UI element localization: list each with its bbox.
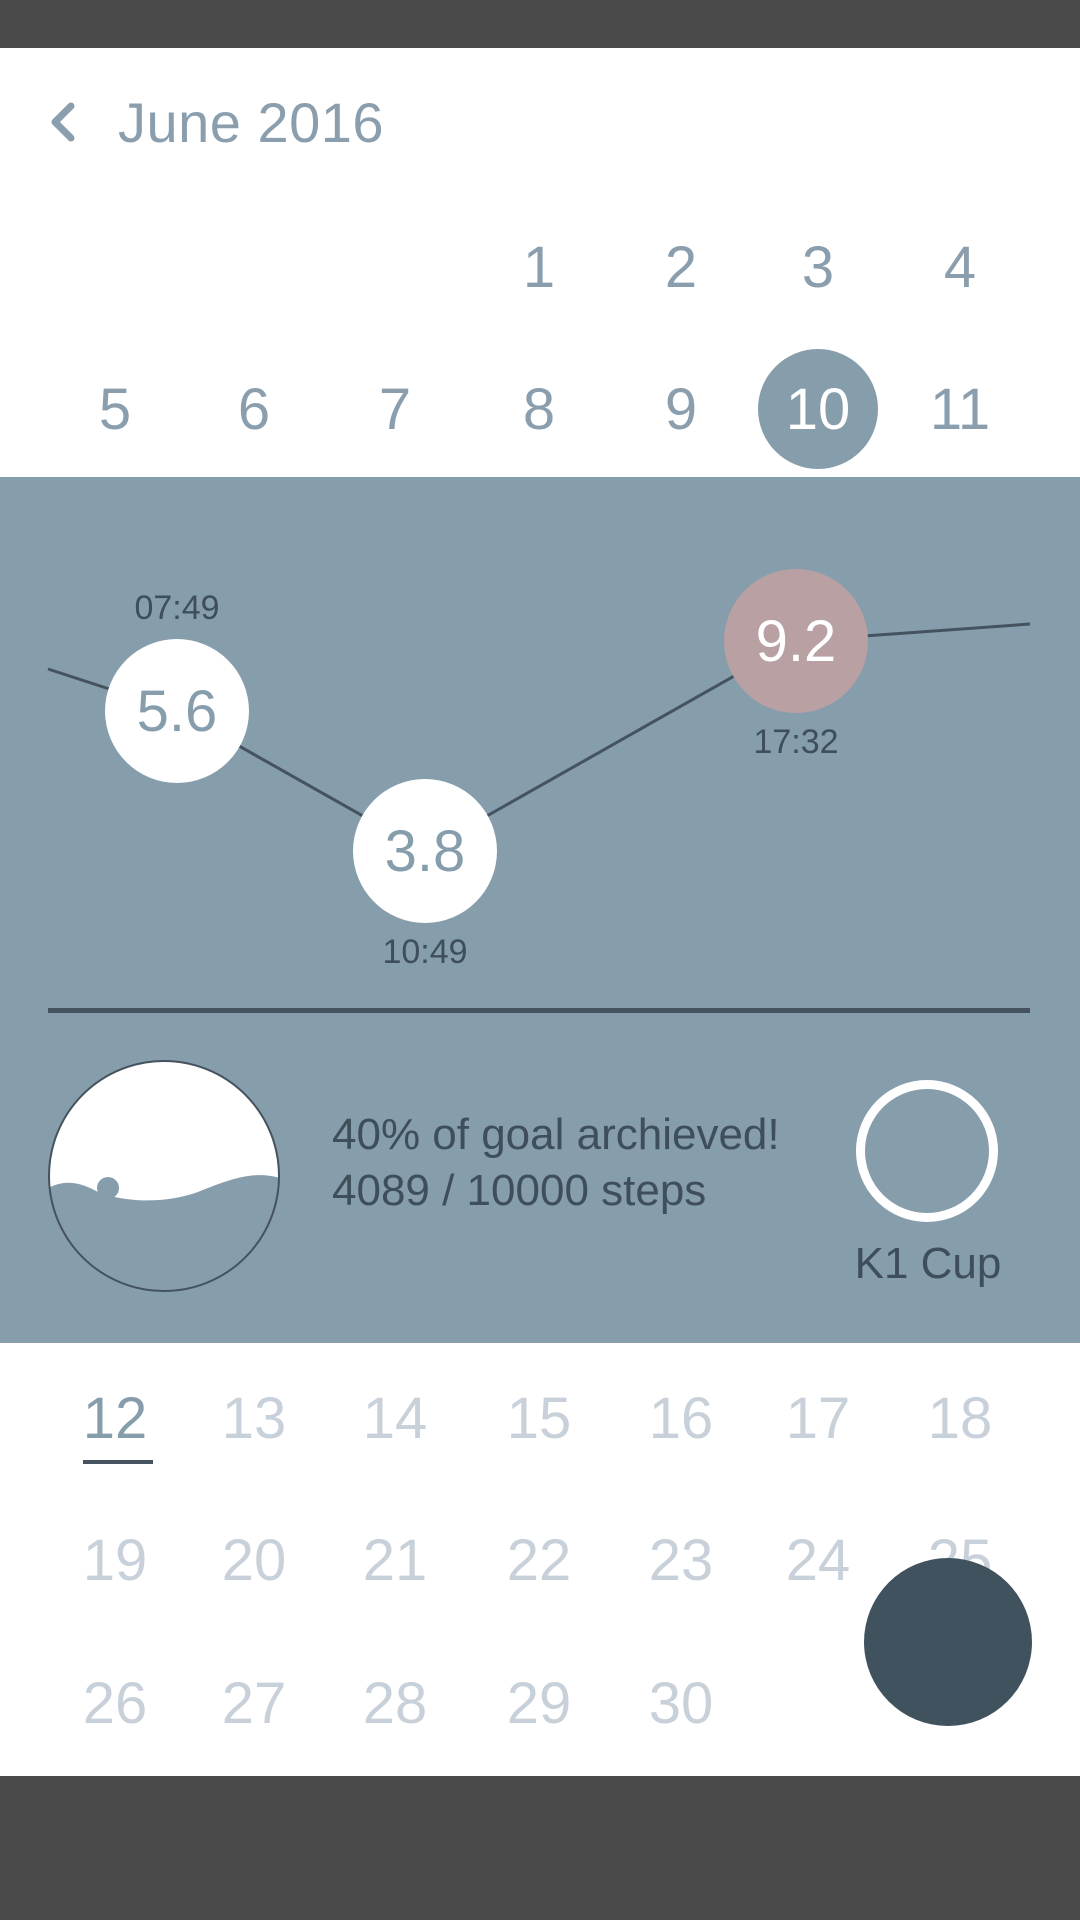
chevron-left-icon [51,102,75,142]
day-cell[interactable]: 29 [469,1658,609,1748]
day-cell[interactable]: 21 [325,1515,465,1605]
goal-percentage-text: 40% of goal archieved! [332,1110,780,1159]
chart-point-value: 9.2 [756,609,837,674]
goal-summary: 40% of goal archieved! 4089 / 10000 step… [332,1107,780,1219]
day-cell[interactable]: 15 [469,1373,609,1463]
cup-ring-icon[interactable] [856,1080,998,1222]
today-day[interactable]: 12 [45,1373,185,1463]
day-cell[interactable]: 14 [325,1373,465,1463]
day-cell[interactable]: 16 [611,1373,751,1463]
day-cell[interactable]: 22 [469,1515,609,1605]
day-cell[interactable]: 7 [325,364,465,454]
day-cell[interactable]: 3 [748,222,888,312]
day-cell[interactable]: 27 [184,1658,324,1748]
day-cell[interactable]: 17 [748,1373,888,1463]
today-underline [83,1460,153,1464]
chart-point-time: 07:49 [134,589,219,627]
day-cell[interactable]: 19 [45,1515,185,1605]
day-cell[interactable]: 13 [184,1373,324,1463]
day-cell[interactable]: 20 [184,1515,324,1605]
status-bar [0,0,1080,48]
day-cell[interactable]: 1 [469,222,609,312]
day-cell[interactable]: 26 [45,1658,185,1748]
day-cell[interactable]: 23 [611,1515,751,1605]
day-cell[interactable]: 6 [184,364,324,454]
day-cell[interactable]: 28 [325,1658,465,1748]
value-line-chart: 5.6 07:49 3.8 10:49 9.2 17:32 [47,569,1031,971]
day-cell[interactable]: 4 [890,222,1030,312]
day-cell[interactable]: 24 [748,1515,888,1605]
day-cell[interactable]: 18 [890,1373,1030,1463]
divider [48,1008,1030,1013]
chart-point-time: 10:49 [382,933,467,971]
month-title: June 2016 [118,91,385,154]
day-cell[interactable]: 11 [890,364,1030,454]
today-day-label: 12 [82,1385,148,1451]
day-cell[interactable]: 2 [611,222,751,312]
cup-label: K1 Cup [854,1239,1002,1288]
floating-action-button[interactable] [864,1558,1032,1726]
day-cell[interactable]: 30 [611,1658,751,1748]
steps-count-text: 4089 / 10000 steps [332,1166,707,1215]
selected-day[interactable]: 10 [748,349,888,469]
day-cell[interactable]: 9 [611,364,751,454]
chart-point-value: 5.6 [137,679,218,744]
back-button[interactable] [40,92,84,152]
navigation-bar [0,1776,1080,1920]
day-detail-panel: 5.6 07:49 3.8 10:49 9.2 17:32 40% of goal arc… [0,477,1080,1343]
water-progress-icon [48,1060,280,1292]
chart-point-value: 3.8 [385,819,466,884]
chart-point-time: 17:32 [753,723,838,761]
selected-day-label: 10 [785,376,851,442]
day-cell[interactable]: 5 [45,364,185,454]
day-cell[interactable]: 8 [469,364,609,454]
